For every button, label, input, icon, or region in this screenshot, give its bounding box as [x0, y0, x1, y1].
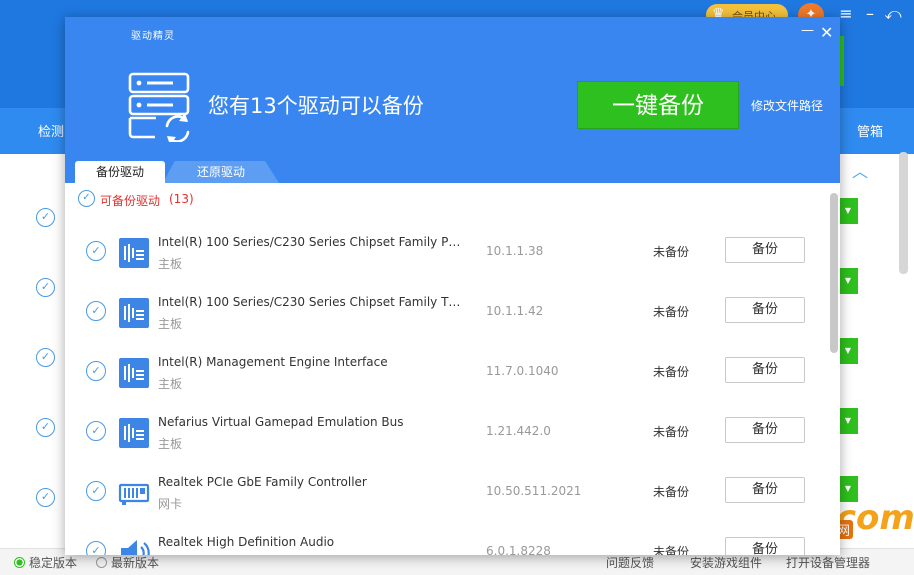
close-icon[interactable]: ✕: [820, 23, 833, 42]
backup-button[interactable]: 备份: [725, 297, 805, 323]
tab-restore-driver[interactable]: 还原驱动: [163, 161, 279, 183]
server-backup-icon: [128, 72, 190, 142]
driver-row[interactable]: ✓ Intel(R) 100 Series/C230 Series Chipse…: [65, 231, 825, 291]
driver-checkbox[interactable]: ✓: [86, 541, 106, 555]
backup-button[interactable]: 备份: [725, 357, 805, 383]
driver-category: 主板: [158, 437, 183, 451]
driver-version: 10.1.1.38: [486, 244, 544, 258]
dropdown-arrow-icon[interactable]: ▼: [838, 198, 858, 224]
dropdown-arrow-icon[interactable]: ▼: [838, 408, 858, 434]
driver-checkbox[interactable]: ✓: [86, 361, 106, 381]
radio-icon: [96, 557, 107, 568]
section-title: 可备份驱动: [100, 194, 161, 208]
driver-row[interactable]: ✓ Intel(R) Management Engine Interface 主…: [65, 351, 825, 411]
section-count: (13): [169, 192, 194, 206]
driver-version: 6.0.1.8228: [486, 544, 551, 555]
driver-category: 主板: [158, 257, 183, 271]
driver-category: 网卡: [158, 497, 183, 511]
driver-name: Nefarius Virtual Gamepad Emulation Bus: [158, 415, 404, 429]
latest-version-label: 最新版本: [111, 556, 160, 570]
driver-row[interactable]: ✓ Nefarius Virtual Gamepad Emulation Bus…: [65, 411, 825, 471]
driver-checkbox[interactable]: ✓: [86, 301, 106, 321]
stable-version-radio[interactable]: 稳定版本: [14, 554, 77, 571]
radio-checked-icon: [14, 557, 25, 568]
network-card-icon: [118, 483, 150, 505]
driver-row[interactable]: ✓ Realtek High Definition Audio 声卡 6.0.1…: [65, 531, 825, 555]
tab-detect[interactable]: 检测: [38, 121, 64, 140]
stable-version-label: 稳定版本: [29, 556, 78, 570]
backup-headline: 您有13个驱动可以备份: [208, 94, 424, 118]
driver-version: 1.21.442.0: [486, 424, 551, 438]
driver-row[interactable]: ✓ Realtek PCIe GbE Family Controller 网卡 …: [65, 471, 825, 531]
feedback-link[interactable]: 问题反馈: [606, 554, 654, 571]
driver-name: Intel(R) 100 Series/C230 Series Chipset …: [158, 235, 463, 249]
dialog-scrollbar[interactable]: [830, 193, 838, 353]
one-click-backup-button[interactable]: 一键备份: [577, 81, 739, 129]
backup-status: 未备份: [653, 485, 690, 499]
tab-backup-driver[interactable]: 备份驱动: [75, 161, 165, 183]
change-file-path-link[interactable]: 修改文件路径: [751, 97, 823, 114]
restore-icon[interactable]: ⤺: [883, 4, 903, 24]
check-icon[interactable]: ✓: [36, 348, 55, 367]
backup-button[interactable]: 备份: [725, 477, 805, 503]
driver-checkbox[interactable]: ✓: [86, 481, 106, 501]
backup-button[interactable]: 备份: [725, 417, 805, 443]
driver-name: Realtek High Definition Audio: [158, 535, 335, 549]
driver-version: 10.50.511.2021: [486, 484, 582, 498]
driver-row[interactable]: ✓ Intel(R) 100 Series/C230 Series Chipse…: [65, 291, 825, 351]
driver-name: Realtek PCIe GbE Family Controller: [158, 475, 367, 489]
speaker-icon: [121, 540, 150, 555]
backup-status: 未备份: [653, 425, 690, 439]
driver-name: Intel(R) 100 Series/C230 Series Chipset …: [158, 295, 463, 309]
driver-category: 主板: [158, 317, 183, 331]
driver-name: Intel(R) Management Engine Interface: [158, 355, 388, 369]
minimize-icon[interactable]: —: [801, 23, 814, 38]
minimize-icon[interactable]: –: [860, 4, 880, 23]
driver-backup-dialog: 驱动精灵 — ✕ 您有13个驱动可以备份 一键备份 修改文件路径 还原驱动 备份: [65, 17, 840, 555]
check-icon[interactable]: ✓: [36, 488, 55, 507]
backup-status: 未备份: [653, 245, 690, 259]
dropdown-arrow-icon[interactable]: ▼: [838, 338, 858, 364]
driver-checkbox[interactable]: ✓: [86, 421, 106, 441]
check-icon[interactable]: ✓: [36, 208, 55, 227]
backup-button[interactable]: 备份: [725, 237, 805, 263]
driver-checkbox[interactable]: ✓: [86, 241, 106, 261]
check-icon[interactable]: ✓: [36, 278, 55, 297]
driver-category: 主板: [158, 377, 183, 391]
driver-version: 10.1.1.42: [486, 304, 544, 318]
open-device-manager-link[interactable]: 打开设备管理器: [786, 554, 870, 571]
chip-icon: [119, 358, 149, 388]
install-game-components-link[interactable]: 安装游戏组件: [690, 554, 762, 571]
chip-icon: [119, 238, 149, 268]
latest-version-radio[interactable]: 最新版本: [96, 554, 159, 571]
dropdown-arrow-icon[interactable]: ▼: [838, 268, 858, 294]
select-all-checkbox[interactable]: ✓: [78, 190, 95, 207]
chip-icon: [119, 418, 149, 448]
check-icon[interactable]: ✓: [36, 418, 55, 437]
background-scrollbar[interactable]: [899, 152, 908, 274]
chip-icon: [119, 298, 149, 328]
backup-status: 未备份: [653, 545, 690, 555]
backup-status: 未备份: [653, 305, 690, 319]
backup-button[interactable]: 备份: [725, 537, 805, 555]
backup-status: 未备份: [653, 365, 690, 379]
dialog-logo: 驱动精灵: [131, 31, 175, 42]
tab-manage[interactable]: 管箱: [857, 121, 883, 140]
chevron-up-icon[interactable]: ︿: [852, 158, 868, 182]
dialog-header: 驱动精灵 — ✕ 您有13个驱动可以备份 一键备份 修改文件路径 还原驱动 备份: [65, 17, 840, 183]
driver-version: 11.7.0.1040: [486, 364, 559, 378]
